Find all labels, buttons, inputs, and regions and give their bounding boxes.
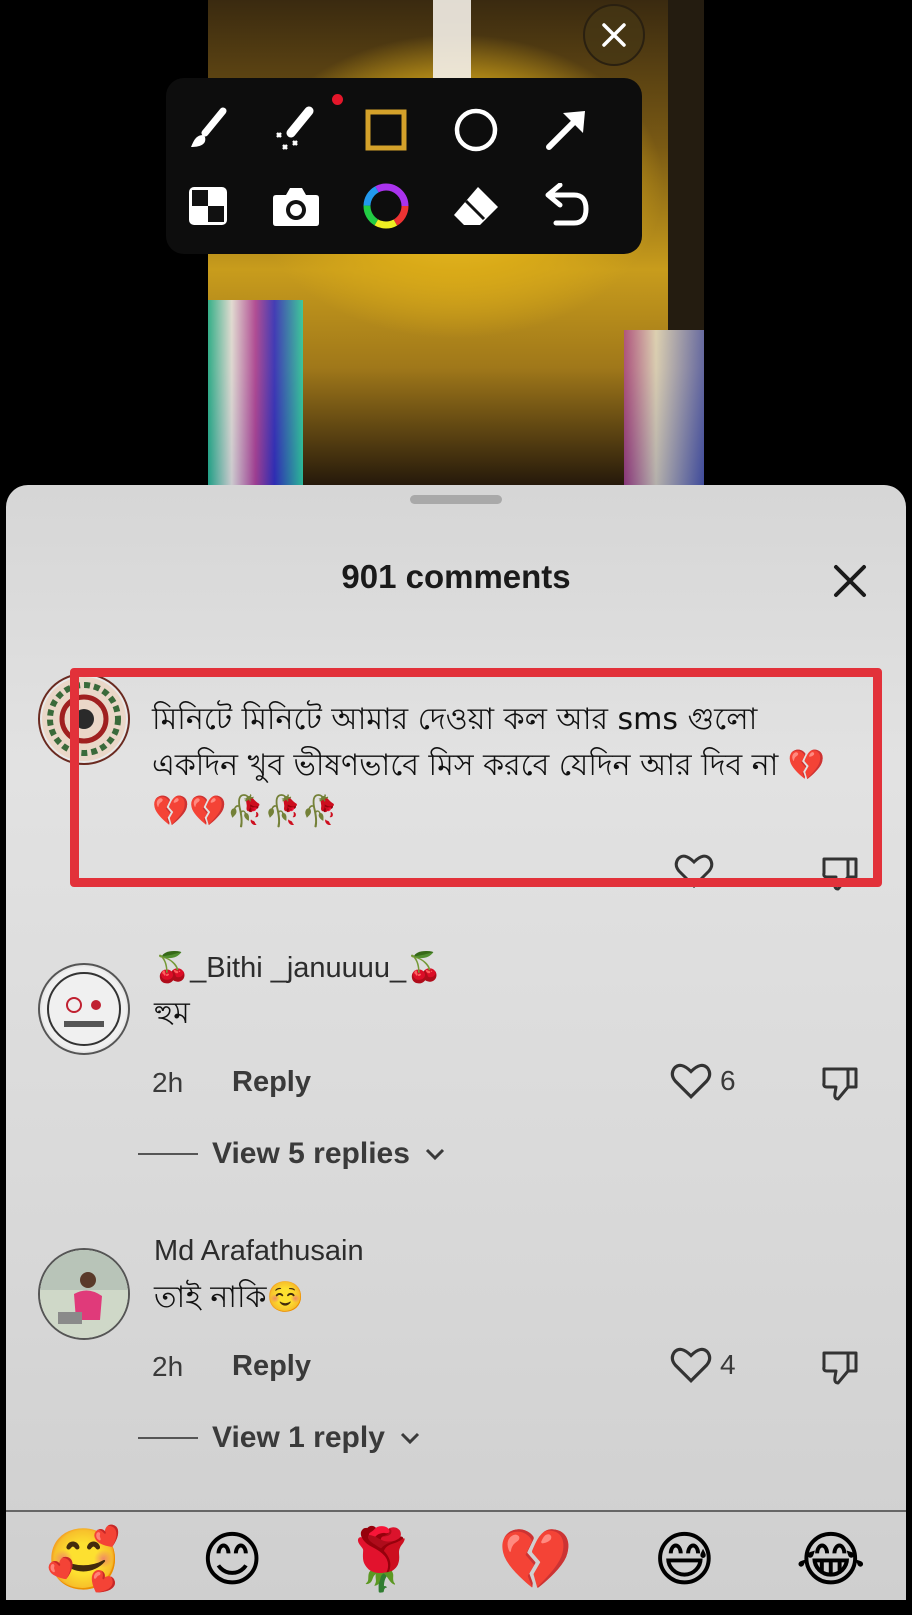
- dislike-icon[interactable]: [820, 1063, 864, 1107]
- comment-time: 2h: [152, 1067, 184, 1098]
- close-icon[interactable]: [828, 559, 872, 603]
- emoji-button[interactable]: 😂: [796, 1525, 866, 1595]
- undo-icon[interactable]: [536, 176, 596, 236]
- like-count: 6: [720, 1065, 736, 1096]
- reply-line: [138, 1437, 198, 1439]
- close-icon[interactable]: [583, 4, 645, 66]
- video-glitch-right: [624, 330, 704, 490]
- brush-icon[interactable]: [178, 100, 238, 160]
- comment-time: 2h: [152, 1351, 184, 1382]
- chevron-down-icon: [425, 1148, 444, 1161]
- eraser-icon[interactable]: [446, 176, 506, 236]
- view-replies-button[interactable]: View 5 replies: [138, 1137, 446, 1171]
- video-shadow: [668, 0, 704, 330]
- comment-text: হুম: [154, 996, 190, 1031]
- arrow-icon[interactable]: [536, 100, 596, 160]
- reply-button[interactable]: Reply: [232, 1066, 311, 1099]
- emoji-quick-bar: 🥰 😊 🌹 💔 😅 😂: [6, 1525, 906, 1615]
- emoji-button[interactable]: 💔: [498, 1525, 573, 1595]
- annotation-toolbar: [166, 78, 642, 254]
- emoji-button[interactable]: 😊: [201, 1525, 264, 1595]
- emoji-button[interactable]: 🌹: [344, 1525, 419, 1595]
- drag-handle[interactable]: [410, 495, 502, 504]
- like-button[interactable]: 6: [670, 1062, 736, 1100]
- color-wheel-icon[interactable]: [356, 176, 416, 236]
- divider: [6, 1510, 906, 1512]
- reply-line: [138, 1153, 198, 1155]
- view-replies-label: View 1 reply: [212, 1421, 385, 1454]
- emoji-button[interactable]: 😅: [653, 1525, 716, 1595]
- view-replies-label: View 5 replies: [212, 1137, 410, 1170]
- camera-icon[interactable]: [266, 176, 326, 236]
- emoji-button[interactable]: 🥰: [46, 1525, 121, 1595]
- rectangle-icon[interactable]: [356, 100, 416, 160]
- avatar[interactable]: [38, 963, 130, 1055]
- avatar[interactable]: [38, 1248, 130, 1340]
- circle-icon[interactable]: [446, 100, 506, 160]
- mosaic-icon[interactable]: [178, 176, 238, 236]
- comments-sheet: 901 comments মিনিটে মিনিটে আমার দেওয়া ক…: [6, 485, 906, 1600]
- comment-text: তাই নাকি☺️: [154, 1280, 304, 1315]
- like-count: 4: [720, 1349, 736, 1380]
- video-highlight: [433, 0, 471, 80]
- magic-pen-icon[interactable]: [266, 100, 326, 160]
- comments-count-title: 901 comments: [341, 558, 571, 595]
- annotation-highlight-box: [70, 668, 882, 887]
- reply-button[interactable]: Reply: [232, 1350, 311, 1383]
- chevron-down-icon: [400, 1432, 419, 1445]
- active-indicator-dot: [332, 94, 343, 105]
- comment-username[interactable]: Md Arafathusain: [154, 1235, 364, 1268]
- video-glitch-left: [208, 300, 303, 490]
- view-replies-button[interactable]: View 1 reply: [138, 1421, 421, 1455]
- comment-username[interactable]: 🍒_Bithi _januuuu_🍒: [154, 951, 442, 985]
- like-button[interactable]: 4: [670, 1346, 736, 1384]
- dislike-icon[interactable]: [820, 1347, 864, 1391]
